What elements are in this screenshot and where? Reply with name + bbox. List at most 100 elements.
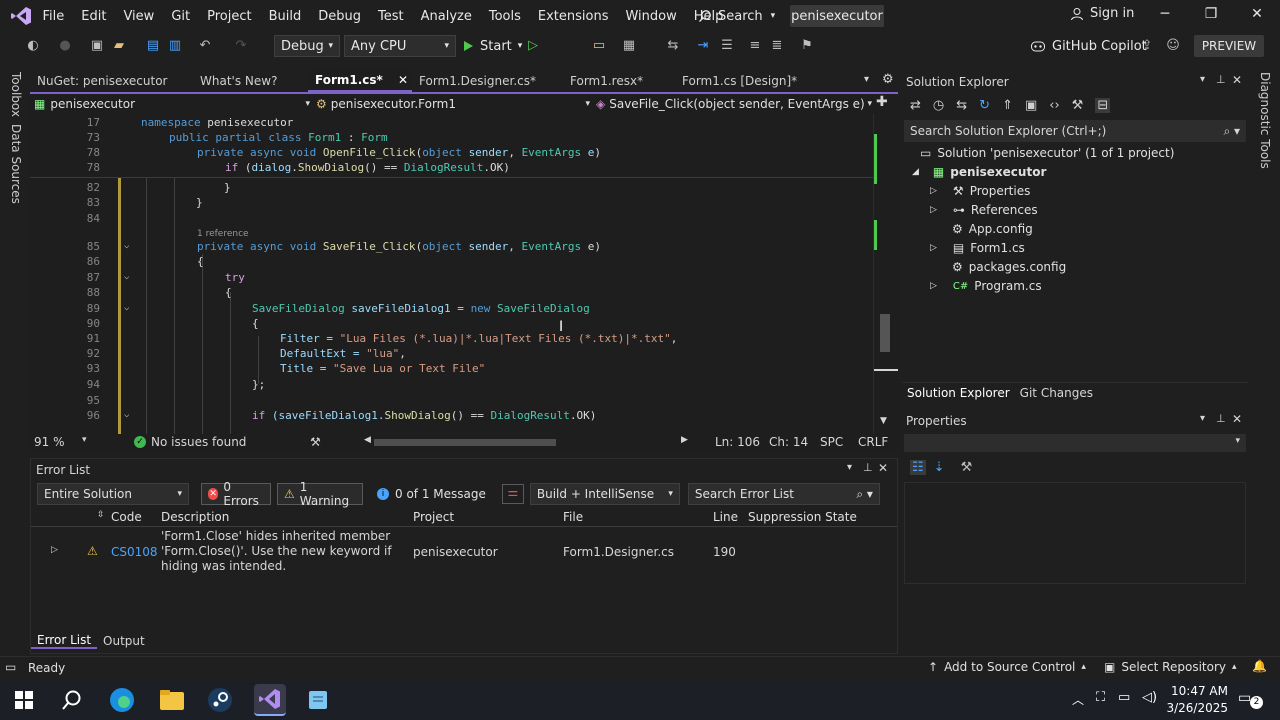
column-indicator[interactable]: Ch: 14 xyxy=(769,435,808,449)
visual-studio-taskbar-icon[interactable] xyxy=(254,684,286,716)
notification-center-icon[interactable]: ▭ 2 xyxy=(1238,690,1263,709)
collapse-icon[interactable]: ⌵ xyxy=(124,239,129,254)
column-project[interactable]: Project xyxy=(413,510,454,524)
show-hidden-icons-icon[interactable]: ︿ xyxy=(1072,691,1084,708)
column-description[interactable]: Description xyxy=(161,510,229,524)
sticky-line[interactable]: 17 namespace penisexecutor xyxy=(30,115,873,130)
navigate-back-icon[interactable]: ◐ xyxy=(24,37,42,55)
property-pages-icon[interactable]: ⚒ xyxy=(961,460,973,475)
taskbar-search-icon[interactable] xyxy=(56,684,88,716)
tree-item-packages-config[interactable]: ⚙ packages.config xyxy=(952,258,1066,276)
open-folder-icon[interactable]: ▰ xyxy=(110,37,128,55)
undo-icon[interactable]: ↶ xyxy=(196,37,214,55)
indent-icon[interactable]: ≡ xyxy=(746,37,764,55)
menu-window[interactable]: Window xyxy=(617,9,685,24)
column-file[interactable]: File xyxy=(563,510,583,524)
solution-search-input[interactable]: Search Solution Explorer (Ctrl+;) ⌕ ▾ xyxy=(904,120,1246,142)
tab-form1-design[interactable]: Form1.cs [Design]* xyxy=(675,70,845,92)
device-icon[interactable]: ⛶ xyxy=(1096,690,1105,705)
tree-item-properties[interactable]: ▷ ⚒ Properties xyxy=(930,182,1030,200)
line-ending-indicator[interactable]: CRLF xyxy=(858,435,888,449)
new-project-icon[interactable]: ▣ xyxy=(88,37,106,55)
sticky-line[interactable]: 78 if (dialog.ShowDialog() == DialogResul… xyxy=(30,160,873,175)
edge-browser-icon[interactable] xyxy=(106,684,138,716)
menu-file[interactable]: File xyxy=(34,9,73,24)
collapse-icon[interactable]: ⌵ xyxy=(124,301,129,316)
settings-gear-icon[interactable]: ⚙ xyxy=(882,72,894,87)
sticky-line[interactable]: 78 private async void OpenFile_Click(obje… xyxy=(30,145,873,160)
filter-build-icon[interactable]: ⚌ xyxy=(501,484,524,504)
solution-node[interactable]: ▭ Solution 'penisexecutor' (1 of 1 proje… xyxy=(920,144,1174,162)
platform-select[interactable]: Any CPU ▾ xyxy=(344,35,456,57)
toolbox-tab[interactable]: Toolbox xyxy=(9,72,23,117)
add-to-source-control-button[interactable]: ↑ Add to Source Control ▴ xyxy=(928,660,1086,674)
show-all-files-icon[interactable]: ▣ xyxy=(1025,98,1037,113)
code-editor[interactable]: 82} 83} 84 1 reference 85 ⌵ private async … xyxy=(30,114,873,434)
close-panel-icon[interactable]: ✕ xyxy=(1232,412,1242,426)
scroll-thumb[interactable] xyxy=(880,314,890,352)
close-tab-icon[interactable]: ✕ xyxy=(398,73,408,87)
sort-icon[interactable]: ⇳ xyxy=(97,510,105,520)
object-select[interactable]: ▾ xyxy=(904,434,1246,452)
folder-view-icon[interactable]: ▭ xyxy=(590,37,608,55)
line-indicator[interactable]: Ln: 106 xyxy=(715,435,760,449)
windows-start-icon[interactable] xyxy=(8,684,40,716)
tab-solution-explorer[interactable]: Solution Explorer xyxy=(902,386,1015,400)
menu-tools[interactable]: Tools xyxy=(480,9,529,24)
preview-badge[interactable]: PREVIEW xyxy=(1194,35,1264,57)
column-code[interactable]: Code xyxy=(111,510,142,524)
taskbar-clock[interactable]: 10:47 AM 3/26/2025 xyxy=(1166,683,1228,717)
tab-dropdown-icon[interactable]: ▾ xyxy=(864,74,869,85)
steam-icon[interactable] xyxy=(204,684,236,716)
restore-button[interactable]: ❐ xyxy=(1201,6,1221,26)
menu-analyze[interactable]: Analyze xyxy=(412,9,480,24)
pin-icon[interactable]: ⊥ xyxy=(1216,412,1226,425)
compare-icon[interactable]: ⇆ xyxy=(664,37,682,55)
tree-item-form1[interactable]: ▷ ▤ Form1.cs xyxy=(930,239,1025,257)
column-line[interactable]: Line xyxy=(713,510,738,524)
project-scope-select[interactable]: ▦ penisexecutor ▾ xyxy=(34,94,310,114)
properties-wrench-icon[interactable]: ⚒ xyxy=(1072,98,1084,113)
close-panel-icon[interactable]: ✕ xyxy=(1232,73,1242,87)
sign-in-button[interactable]: Sign in xyxy=(1070,6,1134,21)
sticky-line[interactable]: 73 public partial class Form1 : Form xyxy=(30,130,873,145)
menu-view[interactable]: View xyxy=(115,9,163,24)
minimize-button[interactable]: ─ xyxy=(1155,6,1175,26)
panel-menu-icon[interactable]: ▾ xyxy=(1200,74,1205,85)
zoom-level[interactable]: 91 % xyxy=(34,435,65,449)
configuration-select[interactable]: Debug ▾ xyxy=(274,35,340,57)
view-code-icon[interactable]: ‹› xyxy=(1049,98,1059,113)
volume-icon[interactable]: ◁) xyxy=(1142,690,1157,705)
search-button[interactable]: Search ▾ xyxy=(698,6,775,26)
data-sources-tab[interactable]: Data Sources xyxy=(9,124,23,204)
navigate-forward-icon[interactable]: ● xyxy=(56,37,74,55)
diagnostic-tools-tab[interactable]: Diagnostic Tools xyxy=(1258,72,1272,169)
switch-views-icon[interactable]: ⇄ xyxy=(910,98,921,113)
notifications-bell-icon[interactable]: 🔔 xyxy=(1252,659,1267,673)
step-icon[interactable]: ⇥ xyxy=(694,37,712,55)
tab-output[interactable]: Output xyxy=(97,634,151,648)
menu-git[interactable]: Git xyxy=(163,9,199,24)
error-code-link[interactable]: CS0108 xyxy=(111,545,158,559)
select-repository-button[interactable]: ▣ Select Repository ▴ xyxy=(1104,660,1237,674)
chevron-down-icon[interactable]: ▾ xyxy=(82,435,87,445)
menu-extensions[interactable]: Extensions xyxy=(529,9,617,24)
collapse-icon[interactable]: ⌵ xyxy=(124,270,129,285)
tab-git-changes[interactable]: Git Changes xyxy=(1015,386,1098,400)
whitespace-indicator[interactable]: SPC xyxy=(820,435,843,449)
class-select[interactable]: ⚙ penisexecutor.Form1 ▾ xyxy=(316,94,590,114)
tree-item-app-config[interactable]: ⚙ App.config xyxy=(952,220,1033,238)
panel-menu-icon[interactable]: ▾ xyxy=(1200,413,1205,424)
code-cleanup-icon[interactable]: ⚒ xyxy=(310,435,321,449)
messages-filter-button[interactable]: i 0 of 1 Message xyxy=(377,487,486,501)
close-panel-icon[interactable]: ✕ xyxy=(878,461,888,475)
refresh-icon[interactable]: ↻ xyxy=(979,98,990,113)
table-row[interactable]: ▷ ⚠ CS0108 'Form1.Close' hides inherited… xyxy=(31,529,897,579)
member-select[interactable]: ◈ SaveFile_Click(object sender, EventArg… xyxy=(596,94,872,114)
outdent-icon[interactable]: ≣ xyxy=(768,37,786,55)
sync-icon[interactable]: ⇆ xyxy=(956,98,967,113)
save-all-icon[interactable]: ▥ xyxy=(166,37,184,55)
menu-debug[interactable]: Debug xyxy=(310,9,370,24)
layout-icon[interactable]: ▦ xyxy=(620,37,638,55)
save-icon[interactable]: ▤ xyxy=(144,37,162,55)
